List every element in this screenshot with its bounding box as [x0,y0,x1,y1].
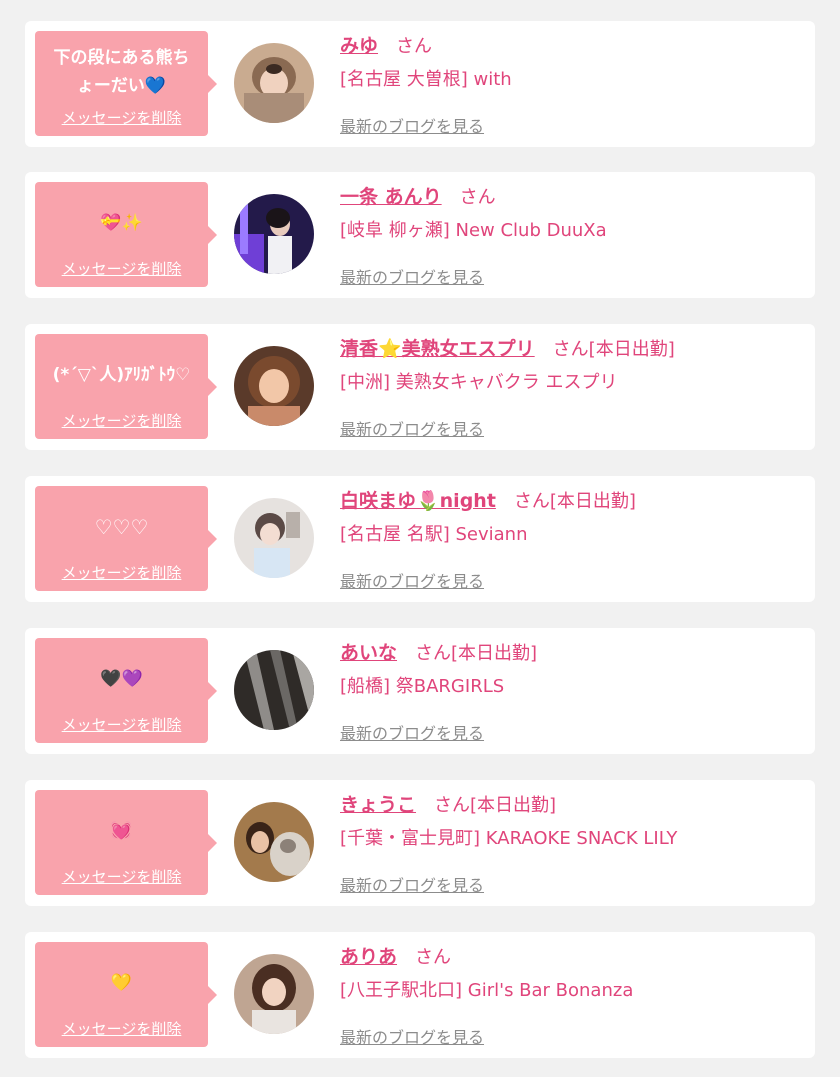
shop-label: [千葉・富士見町] KARAOKE SNACK LILY [340,828,678,849]
message-card: 下の段にある熊ち ょーだい💙 メッセージを削除 みゆ さん [名古屋 大曽根] w… [25,21,815,147]
latest-blog-link[interactable]: 最新のブログを見る [340,720,484,744]
message-bubble: (*´▽`人)ｱﾘｶﾞﾄｳ♡ メッセージを削除 [35,334,217,439]
latest-blog-link[interactable]: 最新のブログを見る [340,1024,484,1048]
delete-message-link[interactable]: メッセージを削除 [35,866,208,887]
message-card: (*´▽`人)ｱﾘｶﾞﾄｳ♡ メッセージを削除 清香⭐美熟女エスプリ さん[本日出… [25,324,815,450]
card-info: きょうこ さん[本日出勤] [千葉・富士見町] KARAOKE SNACK LIL… [340,788,805,856]
latest-blog-link[interactable]: 最新のブログを見る [340,872,484,896]
name-suffix: さん [459,187,496,208]
delete-message-link[interactable]: メッセージを削除 [35,107,208,128]
name-suffix: さん[本日出勤] [415,643,538,664]
cast-name-link[interactable]: みゆ [340,35,378,57]
delete-message-link[interactable]: メッセージを削除 [35,410,208,431]
message-text: 💝✨ [100,213,143,233]
latest-blog-link[interactable]: 最新のブログを見る [340,264,484,288]
avatar[interactable] [234,498,314,578]
name-suffix: さん[本日出勤] [434,795,557,816]
cast-name-link[interactable]: ありあ [340,946,397,968]
message-bubble: ♡♡♡ メッセージを削除 [35,486,217,591]
cast-name-link[interactable]: きょうこ [340,794,416,816]
message-card: 💛 メッセージを削除 ありあ さん [八王子駅北口] Girl's Bar Bon… [25,932,815,1058]
latest-blog-link[interactable]: 最新のブログを見る [340,113,484,137]
avatar[interactable] [234,346,314,426]
latest-blog-link[interactable]: 最新のブログを見る [340,568,484,592]
card-info: 清香⭐美熟女エスプリ さん[本日出勤] [中洲] 美熟女キャバクラ エスプリ [340,332,805,400]
message-text: 🖤💜 [100,669,143,689]
delete-message-link[interactable]: メッセージを削除 [35,1018,208,1039]
cast-name-link[interactable]: 一条 あんり [340,186,442,208]
message-bubble: 下の段にある熊ち ょーだい💙 メッセージを削除 [35,31,217,136]
message-text: 下の段にある熊ち ょーだい💙 [53,48,190,96]
shop-label: [岐阜 柳ヶ瀬] New Club DuuXa [340,220,607,241]
card-info: 白咲まゆ🌷night さん[本日出勤] [名古屋 名駅] Seviann [340,484,805,552]
name-suffix: さん [396,36,433,57]
shop-label: [中洲] 美熟女キャバクラ エスプリ [340,372,618,393]
card-info: あいな さん[本日出勤] [船橋] 祭BARGIRLS [340,636,805,704]
card-info: ありあ さん [八王子駅北口] Girl's Bar Bonanza [340,940,805,1008]
message-text: (*´▽`人)ｱﾘｶﾞﾄｳ♡ [52,365,191,385]
message-card: 🖤💜 メッセージを削除 あいな さん[本日出勤] [船橋] 祭BARGIRLS 最… [25,628,815,754]
cast-name-link[interactable]: 清香⭐美熟女エスプリ [340,338,535,360]
message-bubble: 💝✨ メッセージを削除 [35,182,217,287]
message-card: 💝✨ メッセージを削除 一条 あんり さん [岐阜 柳ヶ瀬] New Club D… [25,172,815,298]
avatar[interactable] [234,802,314,882]
avatar[interactable] [234,194,314,274]
message-text: 💛 [110,973,133,993]
delete-message-link[interactable]: メッセージを削除 [35,714,208,735]
delete-message-link[interactable]: メッセージを削除 [35,562,208,583]
cast-name-link[interactable]: あいな [340,642,397,664]
name-suffix: さん [415,947,452,968]
card-info: みゆ さん [名古屋 大曽根] with [340,29,805,97]
avatar[interactable] [234,954,314,1034]
message-text: 💓 [110,821,133,841]
shop-label: [名古屋 大曽根] with [340,69,512,90]
cast-name-link[interactable]: 白咲まゆ🌷night [340,490,496,512]
card-info: 一条 あんり さん [岐阜 柳ヶ瀬] New Club DuuXa [340,180,805,248]
name-suffix: さん[本日出勤] [552,339,675,360]
name-suffix: さん[本日出勤] [513,491,636,512]
delete-message-link[interactable]: メッセージを削除 [35,258,208,279]
shop-label: [船橋] 祭BARGIRLS [340,676,505,697]
avatar[interactable] [234,43,314,123]
message-list: 下の段にある熊ち ょーだい💙 メッセージを削除 みゆ さん [名古屋 大曽根] w… [0,0,840,1077]
message-card: 💓 メッセージを削除 きょうこ さん[本日出勤] [千葉・富士見町] KARAOK… [25,780,815,906]
message-bubble: 💛 メッセージを削除 [35,942,217,1047]
shop-label: [名古屋 名駅] Seviann [340,524,528,545]
message-bubble: 🖤💜 メッセージを削除 [35,638,217,743]
shop-label: [八王子駅北口] Girl's Bar Bonanza [340,980,634,1001]
latest-blog-link[interactable]: 最新のブログを見る [340,416,484,440]
message-card: ♡♡♡ メッセージを削除 白咲まゆ🌷night さん[本日出勤] [名古屋 名駅]… [25,476,815,602]
message-bubble: 💓 メッセージを削除 [35,790,217,895]
message-text: ♡♡♡ [94,515,149,539]
avatar[interactable] [234,650,314,730]
